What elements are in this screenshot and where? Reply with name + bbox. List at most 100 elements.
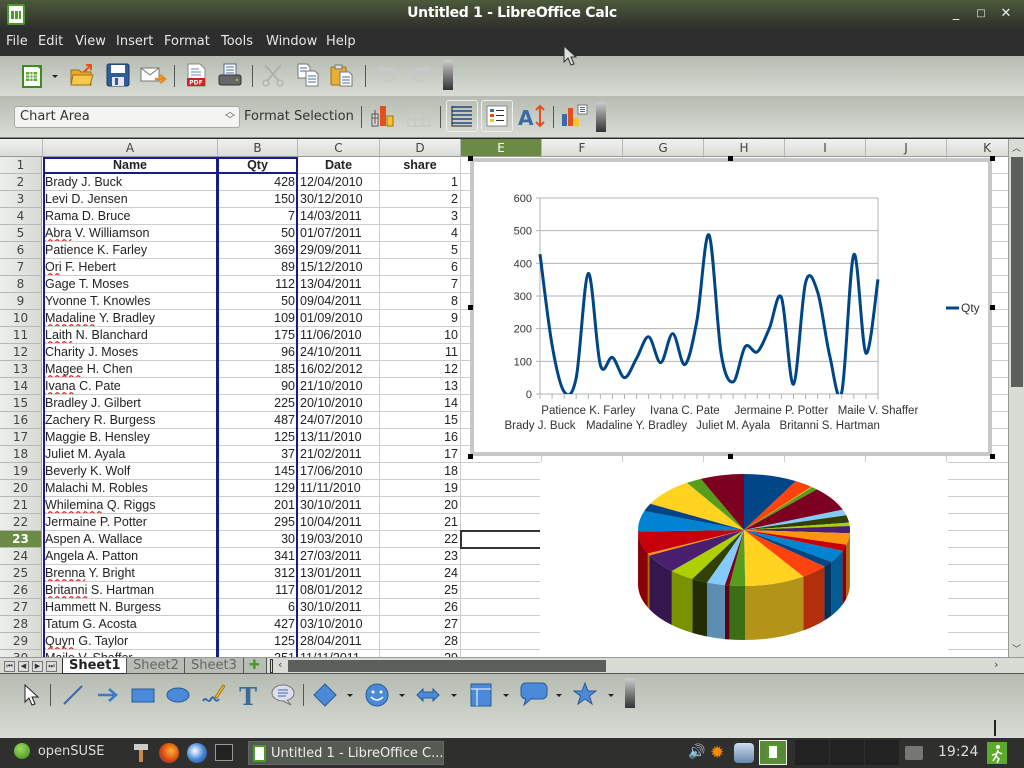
header-cell-date[interactable]: Date [298,157,380,174]
name-cell[interactable]: Patience K. Farley [43,242,218,259]
share-cell[interactable]: 16 [380,429,461,446]
removable-device-icon[interactable] [905,746,923,760]
date-cell[interactable]: 30/10/2011 [298,497,380,514]
qty-cell[interactable]: 312 [218,565,298,582]
column-header-f[interactable]: F [542,139,623,157]
empty-cell[interactable] [947,582,1008,599]
name-cell[interactable]: Magee H. Chen [43,361,218,378]
column-header-h[interactable]: H [704,139,785,157]
empty-cell[interactable] [461,582,542,599]
column-header-e[interactable]: E [461,139,542,157]
empty-cell[interactable] [947,480,1008,497]
share-cell[interactable]: 29 [380,650,461,657]
empty-cell[interactable] [947,565,1008,582]
resize-handle[interactable] [728,454,733,459]
date-cell[interactable]: 11/11/2011 [298,650,380,657]
share-cell[interactable]: 10 [380,327,461,344]
row-header-20[interactable]: 20 [0,480,42,497]
name-cell[interactable]: Rama D. Bruce [43,208,218,225]
name-cell[interactable]: Tatum G. Acosta [43,616,218,633]
callout-icon[interactable] [271,683,295,707]
thunderbird-icon[interactable] [187,743,207,763]
start-menu-button[interactable]: openSUSE [14,743,105,763]
share-cell[interactable]: 21 [380,514,461,531]
empty-cell[interactable] [947,616,1008,633]
line-icon[interactable] [61,683,85,707]
minimize-button[interactable]: _ [946,5,966,23]
qty-cell[interactable]: 125 [218,429,298,446]
date-cell[interactable]: 21/10/2010 [298,378,380,395]
name-cell[interactable]: Charity J. Moses [43,344,218,361]
chart-type-icon[interactable] [370,104,398,128]
share-cell[interactable]: 28 [380,633,461,650]
name-cell[interactable]: Abra V. Williamson [43,225,218,242]
empty-cell[interactable] [947,650,1008,657]
qty-cell[interactable]: 175 [218,327,298,344]
column-header-j[interactable]: J [866,139,947,157]
email-icon[interactable] [140,64,168,88]
qty-cell[interactable]: 6 [218,599,298,616]
empty-cell[interactable] [461,497,542,514]
row-header-26[interactable]: 26 [0,582,42,599]
name-cell[interactable]: Hammett N. Burgess [43,599,218,616]
empty-cell[interactable] [947,599,1008,616]
empty-cell[interactable] [461,514,542,531]
share-cell[interactable]: 14 [380,395,461,412]
share-cell[interactable]: 8 [380,293,461,310]
stars-icon[interactable] [573,682,597,706]
date-cell[interactable]: 08/01/2012 [298,582,380,599]
row-header-25[interactable]: 25 [0,565,42,582]
volume-icon[interactable]: 🔊 [688,744,705,760]
qty-cell[interactable]: 90 [218,378,298,395]
qty-cell[interactable]: 369 [218,242,298,259]
date-cell[interactable]: 28/04/2011 [298,633,380,650]
row-header-24[interactable]: 24 [0,548,42,565]
date-cell[interactable]: 21/02/2011 [298,446,380,463]
flowchart-dropdown-icon[interactable] [501,691,511,699]
name-cell[interactable]: Yvonne T. Knowles [43,293,218,310]
date-cell[interactable]: 24/10/2011 [298,344,380,361]
empty-cell[interactable] [947,633,1008,650]
row-header-30[interactable]: 30 [0,650,42,657]
qty-cell[interactable]: 150 [218,191,298,208]
callouts-icon[interactable] [520,682,548,706]
row-header-6[interactable]: 6 [0,242,42,259]
empty-cell[interactable] [947,497,1008,514]
qty-cell[interactable]: 129 [218,480,298,497]
copy-icon[interactable] [296,63,320,87]
export-pdf-icon[interactable]: PDF [184,63,208,87]
qty-cell[interactable]: 351 [218,650,298,657]
share-cell[interactable]: 19 [380,480,461,497]
menu-help[interactable]: Help [326,34,356,49]
row-header-27[interactable]: 27 [0,599,42,616]
share-cell[interactable]: 7 [380,276,461,293]
firefox-icon[interactable] [159,743,179,763]
date-cell[interactable]: 13/04/2011 [298,276,380,293]
qty-cell[interactable]: 30 [218,531,298,548]
menu-window[interactable]: Window [266,34,317,49]
date-cell[interactable]: 11/06/2010 [298,327,380,344]
row-header-9[interactable]: 9 [0,293,42,310]
qty-cell[interactable]: 225 [218,395,298,412]
qty-cell[interactable]: 37 [218,446,298,463]
name-cell[interactable]: Maggie B. Hensley [43,429,218,446]
date-cell[interactable]: 27/03/2011 [298,548,380,565]
resize-handle[interactable] [728,156,733,161]
name-cell[interactable]: Quyn G. Taylor [43,633,218,650]
share-cell[interactable]: 22 [380,531,461,548]
symbol-shapes-icon[interactable] [365,683,389,707]
menu-insert[interactable]: Insert [116,34,153,49]
date-cell[interactable]: 12/04/2010 [298,174,380,191]
vertical-scrollbar[interactable]: ︿ ﹀ [1008,139,1024,657]
row-header-14[interactable]: 14 [0,378,42,395]
row-header-11[interactable]: 11 [0,327,42,344]
desktop-pager-2[interactable] [795,740,829,765]
name-cell[interactable]: Whilemina Q. Riggs [43,497,218,514]
share-cell[interactable]: 27 [380,616,461,633]
empty-cell[interactable] [947,548,1008,565]
qty-cell[interactable]: 487 [218,412,298,429]
menu-edit[interactable]: Edit [38,34,63,49]
row-header-4[interactable]: 4 [0,208,42,225]
row-header-19[interactable]: 19 [0,463,42,480]
date-cell[interactable]: 10/04/2011 [298,514,380,531]
